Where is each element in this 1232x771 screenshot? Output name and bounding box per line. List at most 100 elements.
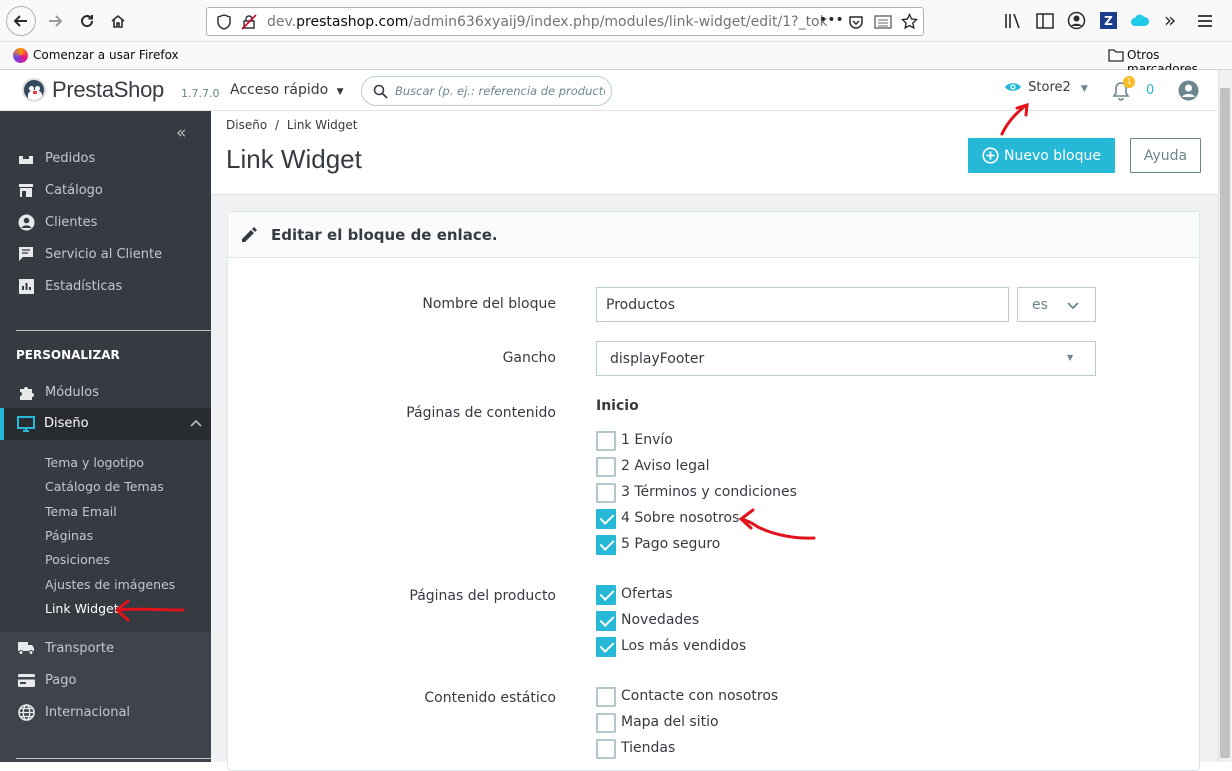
checkbox-label: 4 Sobre nosotros bbox=[621, 510, 740, 526]
sidebar-section-title: PERSONALIZAR bbox=[16, 348, 120, 362]
shield-icon bbox=[217, 14, 231, 30]
library-icon[interactable] bbox=[1004, 12, 1022, 30]
inbox-icon bbox=[17, 149, 35, 167]
account-icon[interactable] bbox=[1067, 11, 1086, 30]
sidebar-item-shipping[interactable]: Transporte bbox=[0, 633, 211, 663]
back-button[interactable] bbox=[6, 6, 36, 36]
sidebar-item-label: Pago bbox=[45, 672, 77, 688]
submenu-theme-catalog[interactable]: Catálogo de Temas bbox=[45, 479, 164, 494]
submenu-link-widget[interactable]: Link Widget bbox=[45, 601, 119, 616]
bookmark-firefox[interactable]: Comenzar a usar Firefox bbox=[33, 48, 179, 62]
url-bar[interactable]: dev.prestashop.com/admin636xyaij9/index.… bbox=[206, 7, 924, 36]
reader-view-icon[interactable] bbox=[874, 14, 892, 30]
user-avatar-icon[interactable] bbox=[1178, 80, 1199, 101]
sidebar-item-payment[interactable]: Pago bbox=[0, 665, 211, 695]
forward-arrow-icon bbox=[49, 15, 63, 27]
more-dots-icon[interactable]: ••• bbox=[819, 12, 844, 28]
home-button[interactable] bbox=[103, 6, 133, 36]
sidebar: « Pedidos Catálogo Clientes Servicio al … bbox=[0, 111, 211, 762]
checkbox-pago-seguro[interactable] bbox=[596, 535, 616, 555]
new-block-label: Nuevo bloque bbox=[1004, 147, 1101, 164]
sidebar-item-label: Módulos bbox=[45, 384, 99, 400]
sidebar-item-orders[interactable]: Pedidos bbox=[0, 143, 211, 173]
sidebar-item-label: Clientes bbox=[45, 214, 98, 230]
checkbox-label: 2 Aviso legal bbox=[621, 458, 710, 474]
back-arrow-icon bbox=[13, 15, 27, 27]
checkbox-ofertas[interactable] bbox=[596, 585, 616, 605]
sidebar-item-modules[interactable]: Módulos bbox=[0, 377, 211, 407]
checkbox-mas-vendidos[interactable] bbox=[596, 637, 616, 657]
active-indicator bbox=[0, 408, 4, 440]
truck-icon bbox=[17, 639, 35, 657]
block-name-label: Nombre del bloque bbox=[422, 296, 556, 312]
prestashop-logo-icon[interactable] bbox=[22, 78, 46, 102]
sidebar-item-design[interactable]: Diseño bbox=[0, 408, 211, 440]
help-button[interactable]: Ayuda bbox=[1130, 138, 1201, 173]
checkbox-tiendas[interactable] bbox=[596, 739, 616, 759]
chevron-up-icon bbox=[190, 419, 202, 427]
checkbox-sobre-nosotros[interactable] bbox=[596, 509, 616, 529]
home-icon bbox=[111, 14, 125, 28]
cloud-icon[interactable] bbox=[1130, 13, 1150, 27]
caret-down-icon: ▼ bbox=[336, 87, 344, 97]
sidebar-item-label: Diseño bbox=[44, 416, 89, 431]
submenu-pages[interactable]: Páginas bbox=[45, 528, 93, 543]
checkbox-aviso-legal[interactable] bbox=[596, 457, 616, 477]
search-box[interactable]: Buscar (p. ej.: referencia de producto, … bbox=[361, 76, 612, 106]
scrollbar-thumb[interactable] bbox=[1220, 88, 1230, 758]
annotation-arrow-icon bbox=[738, 508, 816, 540]
submenu-positions[interactable]: Posiciones bbox=[45, 552, 110, 567]
checkbox-mapa-sitio[interactable] bbox=[596, 713, 616, 733]
store-icon bbox=[17, 181, 35, 199]
block-name-input[interactable]: Productos bbox=[596, 287, 1009, 322]
forward-button[interactable] bbox=[40, 6, 70, 36]
sidebar-item-customers[interactable]: Clientes bbox=[0, 207, 211, 237]
checkbox-label: Contacte con nosotros bbox=[621, 688, 779, 704]
new-block-button[interactable]: Nuevo bloque bbox=[968, 138, 1115, 173]
pocket-icon[interactable] bbox=[848, 14, 864, 30]
submenu-image-settings[interactable]: Ajustes de imágenes bbox=[45, 577, 175, 592]
help-label: Ayuda bbox=[1143, 147, 1188, 164]
sidebar-item-label: Internacional bbox=[45, 704, 131, 720]
quick-access-label: Acceso rápido bbox=[230, 82, 329, 98]
store-selector[interactable]: Store2 ▼ bbox=[1004, 80, 1088, 95]
sidebar-item-customer-service[interactable]: Servicio al Cliente bbox=[0, 239, 211, 269]
globe-icon bbox=[17, 703, 35, 721]
star-icon[interactable] bbox=[901, 13, 918, 30]
checkbox-label: 1 Envío bbox=[621, 432, 673, 448]
overflow-chevron-icon[interactable]: » bbox=[1164, 8, 1176, 32]
zotero-icon[interactable]: Z bbox=[1100, 12, 1117, 29]
checkbox-label: Novedades bbox=[621, 612, 700, 628]
breadcrumb-parent[interactable]: Diseño bbox=[226, 118, 267, 132]
content-pages-group: Inicio bbox=[596, 398, 639, 414]
sidebar-toggle-icon[interactable] bbox=[1036, 12, 1054, 30]
static-content-label: Contenido estático bbox=[424, 690, 556, 706]
menu-icon[interactable] bbox=[1196, 12, 1214, 30]
submenu-theme-logo[interactable]: Tema y logotipo bbox=[45, 455, 144, 470]
url-text: dev.prestashop.com/admin636xyaij9/index.… bbox=[267, 14, 827, 30]
hook-select[interactable]: displayFooter ▼ bbox=[596, 341, 1096, 376]
annotation-arrow-icon bbox=[114, 599, 185, 622]
chat-icon bbox=[17, 245, 35, 263]
language-select[interactable]: es bbox=[1017, 287, 1096, 322]
sidebar-item-label: Transporte bbox=[45, 640, 114, 656]
caret-down-icon: ▼ bbox=[1067, 353, 1074, 362]
checkbox-contacte[interactable] bbox=[596, 687, 616, 707]
store-label: Store2 bbox=[1028, 80, 1071, 95]
eye-icon bbox=[1005, 83, 1021, 91]
chevron-down-icon bbox=[1067, 302, 1079, 310]
logo-text[interactable]: PrestaShop bbox=[52, 77, 164, 103]
sidebar-item-stats[interactable]: Estadísticas bbox=[0, 271, 211, 301]
collapse-sidebar-icon[interactable]: « bbox=[176, 123, 186, 143]
reload-button[interactable] bbox=[72, 6, 102, 36]
notification-count[interactable]: 0 bbox=[1146, 83, 1154, 98]
submenu-email-theme[interactable]: Tema Email bbox=[45, 504, 117, 519]
search-input: Buscar (p. ej.: referencia de producto, … bbox=[395, 84, 605, 98]
quick-access-dropdown[interactable]: Acceso rápido ▼ bbox=[230, 82, 344, 98]
breadcrumb: Diseño / Link Widget bbox=[226, 118, 358, 132]
checkbox-novedades[interactable] bbox=[596, 611, 616, 631]
checkbox-terminos[interactable] bbox=[596, 483, 616, 503]
checkbox-envio[interactable] bbox=[596, 431, 616, 451]
sidebar-item-international[interactable]: Internacional bbox=[0, 697, 211, 727]
sidebar-item-catalog[interactable]: Catálogo bbox=[0, 175, 211, 205]
